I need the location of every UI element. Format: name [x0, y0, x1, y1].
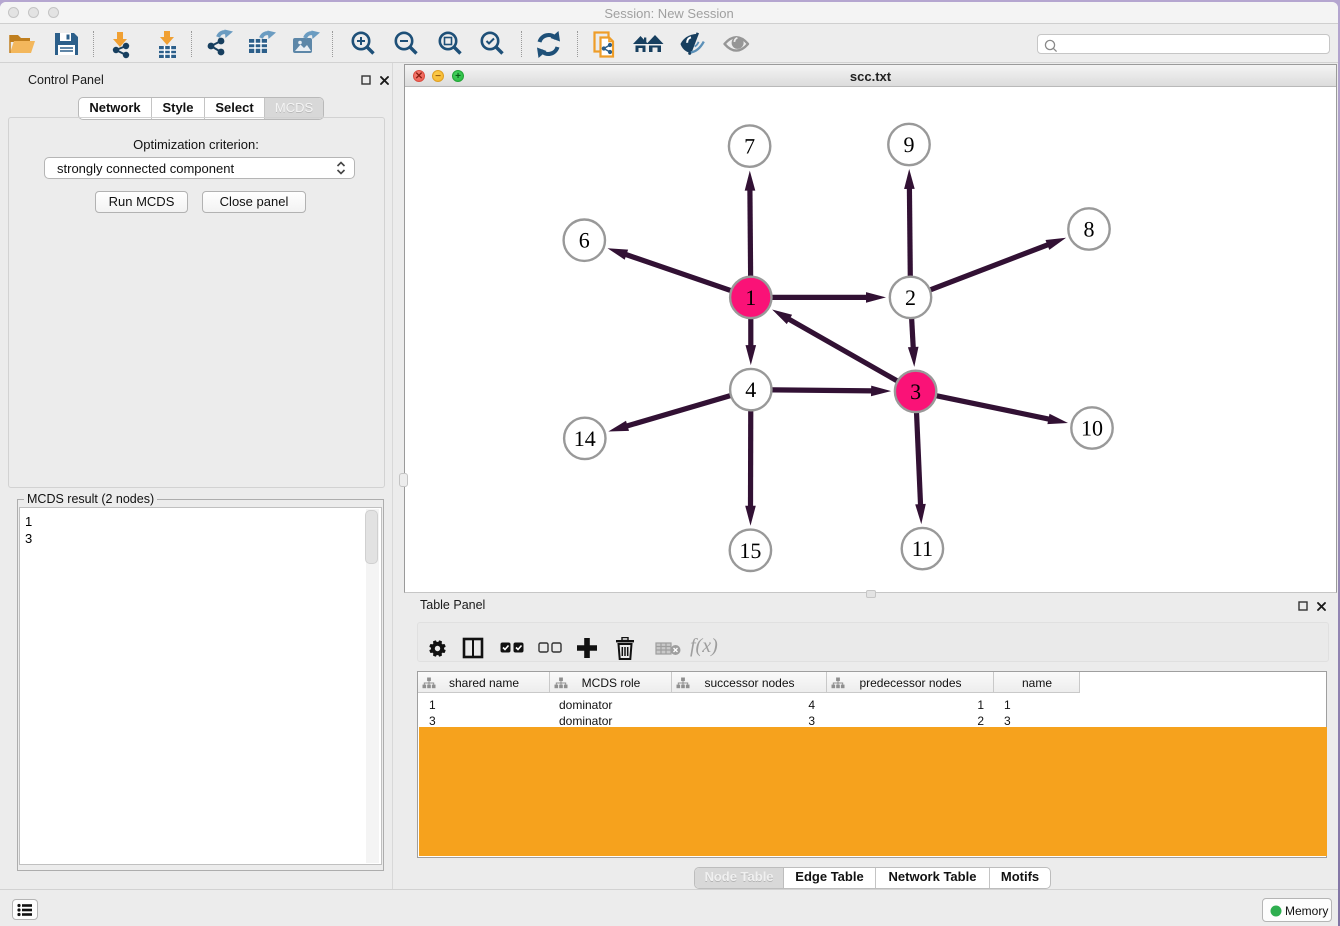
svg-text:6: 6: [579, 228, 590, 253]
svg-text:7: 7: [744, 134, 755, 159]
svg-text:11: 11: [912, 536, 933, 561]
svg-text:9: 9: [904, 132, 915, 157]
svg-text:3: 3: [910, 379, 921, 404]
svg-text:2: 2: [905, 285, 916, 310]
svg-text:4: 4: [745, 377, 756, 402]
svg-text:1: 1: [745, 285, 756, 310]
svg-text:10: 10: [1081, 416, 1103, 441]
svg-text:15: 15: [739, 538, 761, 563]
svg-text:14: 14: [574, 426, 596, 451]
svg-text:8: 8: [1084, 217, 1095, 242]
